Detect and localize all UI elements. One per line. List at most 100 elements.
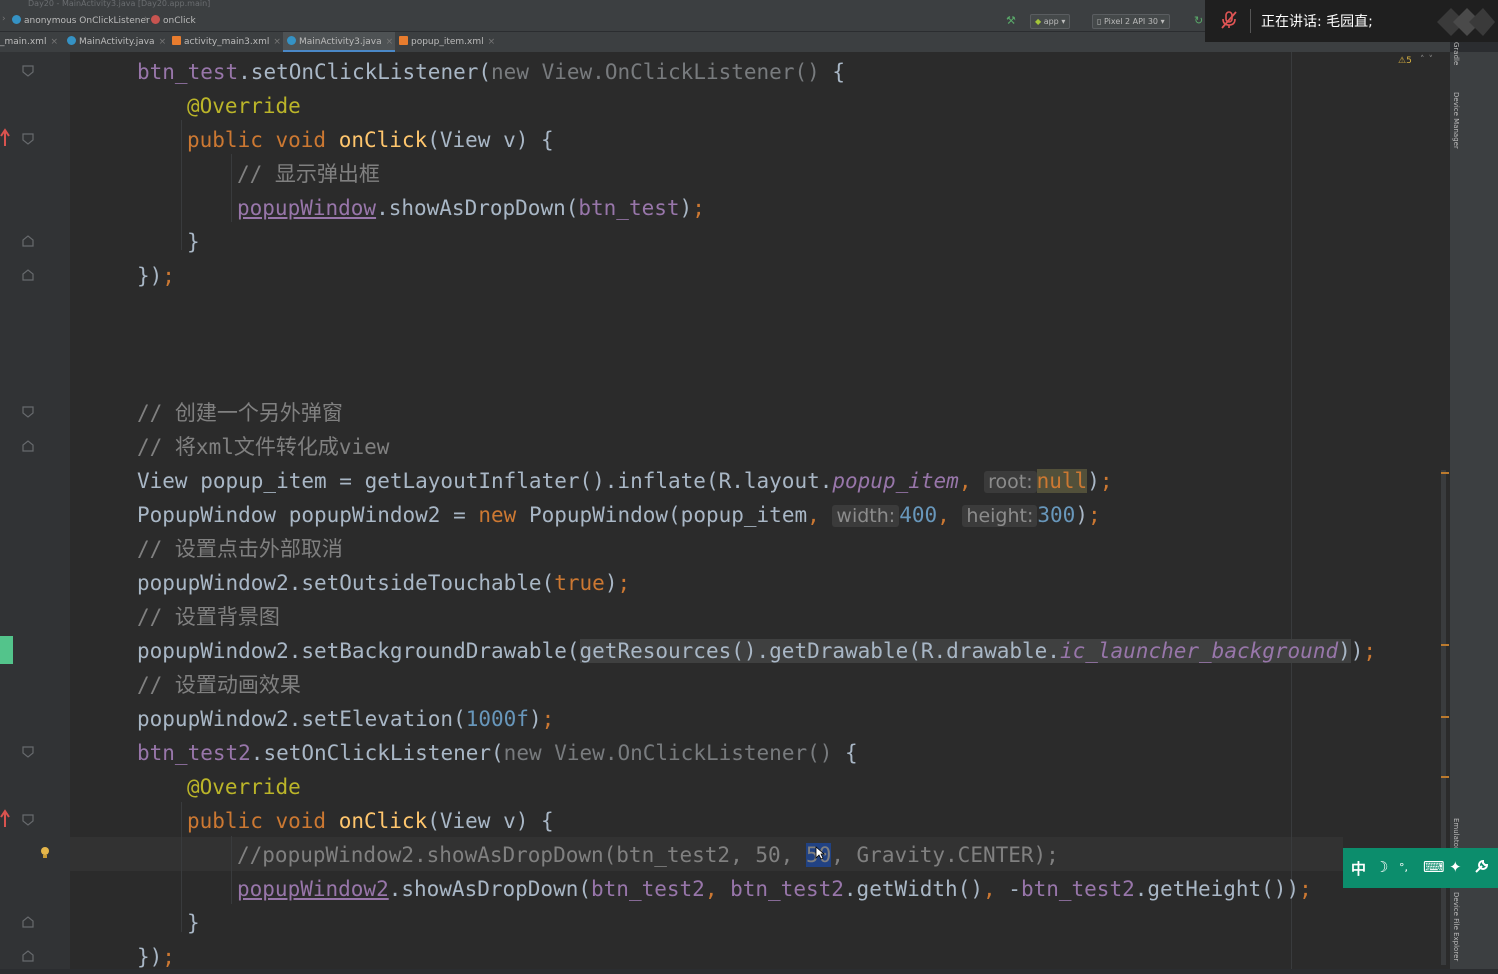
- code-line[interactable]: PopupWindow popupWindow2 = new PopupWind…: [137, 498, 1101, 533]
- inspection-navigation[interactable]: ˄˅: [1420, 55, 1437, 65]
- dropdown-arrow-icon: ▾: [1160, 17, 1165, 26]
- code-comment[interactable]: //popupWindow2.showAsDropDown(btn_test2,…: [237, 838, 1059, 872]
- chevron-right-icon: ›: [144, 14, 148, 24]
- indent-guide: [181, 802, 182, 932]
- fold-end-icon[interactable]: [21, 949, 35, 963]
- code-line[interactable]: }: [187, 225, 200, 259]
- code-line[interactable]: public void onClick(View v) {: [187, 123, 554, 157]
- phone-icon: ▯: [1097, 17, 1102, 26]
- class-icon: [12, 15, 21, 24]
- parameter-hint: root:: [984, 471, 1037, 493]
- tool-window-gradle[interactable]: Gradle: [1452, 42, 1460, 65]
- code-line[interactable]: public void onClick(View v) {: [187, 804, 554, 838]
- fold-collapse-icon[interactable]: [21, 405, 35, 419]
- android-icon: ◆: [1035, 17, 1042, 26]
- parameter-hint: width:: [832, 505, 900, 527]
- window-title: Day20 - MainActivity3.java [Day20.app.ma…: [28, 0, 211, 8]
- code-line[interactable]: popupWindow2.showAsDropDown(btn_test2, b…: [237, 872, 1312, 906]
- chevron-up-icon[interactable]: ˄: [1420, 55, 1429, 65]
- fold-collapse-icon[interactable]: [21, 132, 35, 146]
- fold-end-icon[interactable]: [21, 268, 35, 282]
- error-stripe-marker[interactable]: [1441, 644, 1449, 646]
- tab-popup-item-xml[interactable]: popup_item.xml ×: [399, 32, 499, 52]
- fold-collapse-icon[interactable]: [21, 64, 35, 78]
- code-comment[interactable]: // 创建一个另外弹窗: [137, 396, 343, 430]
- close-icon[interactable]: ×: [273, 37, 281, 47]
- layout-file-icon: [399, 36, 408, 45]
- right-margin-guide: [1291, 52, 1292, 969]
- inspection-widget[interactable]: ⚠5: [1398, 56, 1412, 66]
- divider: [1250, 9, 1251, 33]
- override-method-icon[interactable]: [0, 128, 10, 148]
- dropdown-arrow-icon: ▾: [1061, 17, 1066, 26]
- code-line[interactable]: popupWindow2.setOutsideTouchable(true);: [137, 566, 630, 600]
- error-stripe-marker[interactable]: [1441, 716, 1449, 718]
- tab-mainactivity-java[interactable]: MainActivity.java ×: [64, 32, 168, 52]
- code-line[interactable]: });: [137, 259, 175, 293]
- fold-collapse-icon[interactable]: [21, 745, 35, 759]
- indent-guide: [181, 120, 182, 250]
- code-line[interactable]: }: [187, 906, 200, 940]
- code-line[interactable]: popupWindow.showAsDropDown(btn_test);: [237, 191, 705, 225]
- code-comment[interactable]: // 显示弹出框: [237, 157, 380, 191]
- code-line[interactable]: popupWindow2.setBackgroundDrawable(getRe…: [137, 634, 1376, 668]
- code-comment[interactable]: // 设置点击外部取消: [137, 532, 343, 566]
- close-icon[interactable]: ×: [488, 37, 496, 47]
- chevron-down-icon[interactable]: ˅: [1429, 55, 1438, 65]
- fold-collapse-icon[interactable]: [21, 813, 35, 827]
- hammer-icon[interactable]: ⚒: [1006, 14, 1016, 27]
- speaking-indicator: 正在讲话: 毛园直;: [1261, 14, 1373, 30]
- close-icon[interactable]: ×: [50, 37, 58, 47]
- tool-window-emulator[interactable]: Emulator: [1452, 818, 1460, 850]
- code-comment[interactable]: // 将xml文件转化成view: [137, 430, 389, 464]
- code-line[interactable]: btn_test.setOnClickListener(new View.OnC…: [137, 55, 845, 89]
- warning-icon: ⚠: [1398, 56, 1407, 66]
- ime-skin-icon[interactable]: ✦: [1449, 858, 1462, 876]
- method-icon: [151, 15, 160, 24]
- code-line[interactable]: @Override: [187, 89, 301, 123]
- module-selector[interactable]: ◆ app ▾: [1030, 14, 1071, 29]
- fold-end-icon[interactable]: [21, 439, 35, 453]
- wrench-icon[interactable]: [1473, 859, 1489, 875]
- code-line[interactable]: View popup_item = getLayoutInflater().in…: [137, 464, 1113, 499]
- mouse-cursor-icon: [815, 846, 825, 860]
- code-line[interactable]: popupWindow2.setElevation(1000f);: [137, 702, 554, 736]
- moon-icon[interactable]: ☽: [1375, 858, 1388, 876]
- keyboard-icon[interactable]: ⌨: [1423, 858, 1445, 876]
- tab-mainactivity3-java[interactable]: MainActivity3.java ×: [283, 32, 395, 52]
- indent-guide: [231, 836, 232, 904]
- close-icon[interactable]: ×: [386, 37, 394, 47]
- fold-end-icon[interactable]: [21, 234, 35, 248]
- error-stripe-marker[interactable]: [1441, 776, 1449, 778]
- breadcrumb-item[interactable]: anonymous OnClickListener: [12, 15, 150, 26]
- deprecated-call-highlight: getResources().getDrawable(R.drawable.ic…: [579, 639, 1351, 663]
- parameter-hint: height:: [962, 505, 1038, 527]
- tool-window-device-file-explorer[interactable]: Device File Explorer: [1452, 892, 1460, 961]
- java-class-icon: [287, 36, 296, 45]
- device-selector[interactable]: ▯ Pixel 2 API 30 ▾: [1092, 14, 1170, 29]
- lightbulb-icon[interactable]: [38, 845, 52, 861]
- vcs-change-marker[interactable]: [0, 636, 13, 664]
- error-stripe-marker[interactable]: [1441, 472, 1449, 474]
- ime-toolbar: 中 ☽ °, ⌨ ✦: [1343, 848, 1498, 888]
- ime-language-toggle[interactable]: 中: [1351, 858, 1366, 879]
- close-icon[interactable]: ×: [159, 37, 167, 47]
- fold-end-icon[interactable]: [21, 915, 35, 929]
- tab-main-xml[interactable]: _main.xml ×: [0, 32, 60, 52]
- layout-file-icon: [172, 36, 181, 45]
- java-class-icon: [67, 36, 76, 45]
- mic-muted-icon[interactable]: [1219, 10, 1239, 30]
- meeting-speaker-overlay: 正在讲话: 毛园直;: [1205, 0, 1498, 42]
- meeting-app-logo: [1437, 8, 1495, 36]
- ime-punctuation-toggle[interactable]: °,: [1399, 861, 1408, 874]
- tool-window-device-manager[interactable]: Device Manager: [1452, 92, 1460, 149]
- breadcrumb-item[interactable]: onClick: [151, 15, 196, 26]
- editor-gutter: [0, 52, 70, 969]
- override-method-icon[interactable]: [0, 809, 10, 829]
- tab-activity-main3-xml[interactable]: activity_main3.xml ×: [172, 32, 281, 52]
- code-line[interactable]: @Override: [187, 770, 301, 804]
- code-comment[interactable]: // 设置动画效果: [137, 668, 301, 702]
- apply-changes-icon[interactable]: ↻: [1194, 14, 1203, 27]
- code-line[interactable]: btn_test2.setOnClickListener(new View.On…: [137, 736, 858, 770]
- code-comment[interactable]: // 设置背景图: [137, 600, 280, 634]
